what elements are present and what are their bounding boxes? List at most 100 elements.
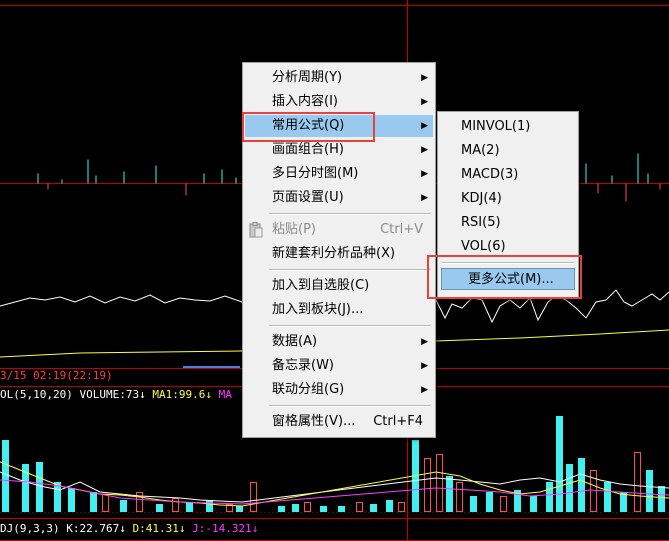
volume-bar: [604, 482, 611, 512]
volume-bar: [370, 504, 377, 512]
volume-indicator-name: OL(5,10,20): [0, 388, 73, 401]
menu-item-add-sector[interactable]: 加入到板块(J)...: [245, 299, 433, 321]
submenu-arrow-icon: ▶: [421, 385, 428, 395]
submenu-item-minvol[interactable]: MINVOL(1): [440, 116, 576, 138]
menu-item-page-settings[interactable]: 页面设置(U) ▶: [245, 187, 433, 209]
menu-item-new-arbitrage[interactable]: 新建套利分析品种(X): [245, 243, 433, 265]
volume-bar: [292, 504, 299, 512]
volume-indicator-line: OL(5,10,20) VOLUME:73↓ MA1:99.6↓ MA: [0, 388, 232, 402]
volume-bar: [424, 458, 431, 512]
volume-bar: [172, 498, 179, 512]
volume-bar: [304, 502, 311, 512]
menu-item-analysis-period[interactable]: 分析周期(Y) ▶: [245, 67, 433, 89]
submenu-item-kdj[interactable]: KDJ(4): [440, 188, 576, 210]
volume-bar: [236, 506, 243, 512]
submenu-item-rsi[interactable]: RSI(5): [440, 212, 576, 234]
menu-separator: [442, 262, 574, 264]
volume-bar: [658, 486, 665, 512]
volume-bar: [486, 492, 493, 512]
submenu-item-ma[interactable]: MA(2): [440, 140, 576, 162]
volume-bar: [278, 506, 285, 512]
menu-item-label: 画面组合(H): [272, 142, 344, 157]
d-value: D:41.31: [132, 522, 179, 535]
submenu-item-macd[interactable]: MACD(3): [440, 164, 576, 186]
ma-line-yellow-right: [435, 329, 669, 342]
volume-bar: [250, 482, 257, 512]
down-arrow-icon: ↓: [139, 388, 146, 401]
volume-bar: [634, 452, 641, 512]
menu-item-memo[interactable]: 备忘录(W) ▶: [245, 355, 433, 377]
menu-item-paste[interactable]: 粘贴(P) Ctrl+V: [245, 219, 433, 241]
volume-bar: [68, 488, 75, 512]
volume-bar: [566, 464, 573, 512]
submenu-arrow-icon: ▶: [421, 121, 428, 131]
menu-item-shortcut: Ctrl+V: [380, 222, 423, 237]
volume-bar: [120, 500, 127, 512]
volume-bar: [398, 502, 405, 512]
submenu-item-label: RSI(5): [461, 215, 501, 230]
menu-item-common-formulas[interactable]: 常用公式(Q) ▶: [245, 115, 433, 137]
ma-line-yellow: [0, 350, 243, 358]
menu-item-label: 粘贴(P): [272, 222, 316, 237]
menu-item-pane-properties[interactable]: 窗格属性(V)... Ctrl+F4: [245, 411, 433, 433]
submenu-arrow-icon: ▶: [421, 361, 428, 371]
down-arrow-icon: ↓: [251, 522, 259, 535]
menu-item-label: 多日分时图(M): [272, 166, 359, 181]
submenu-item-label: MINVOL(1): [461, 119, 531, 134]
menu-item-label: 加入到板块(J)...: [272, 302, 364, 317]
menu-item-label: 新建套利分析品种(X): [272, 246, 396, 261]
submenu-arrow-icon: ▶: [421, 73, 428, 83]
menu-separator: [269, 213, 431, 215]
menu-item-label: 联动分组(G): [272, 382, 345, 397]
menu-item-shortcut: Ctrl+F4: [373, 414, 423, 429]
submenu-arrow-icon: ▶: [421, 145, 428, 155]
volume-bar: [320, 506, 327, 512]
submenu-item-label: 更多公式(M)...: [468, 272, 554, 287]
volume-bar: [446, 476, 453, 512]
submenu-item-more-formulas[interactable]: 更多公式(M)...: [441, 268, 575, 290]
kdj-indicator-name: DJ(9,3,3): [0, 522, 60, 535]
submenu-arrow-icon: ▶: [421, 193, 428, 203]
down-arrow-icon: ↓: [178, 522, 186, 535]
volume-bar: [206, 500, 213, 512]
submenu-item-vol[interactable]: VOL(6): [440, 236, 576, 258]
j-value: J:-14.321: [192, 522, 252, 535]
volume-bar: [646, 470, 653, 512]
context-menu: 分析周期(Y) ▶ 插入内容(I) ▶ 常用公式(Q) ▶ 画面组合(H) ▶ …: [242, 62, 436, 438]
volume-bar: [338, 506, 345, 512]
volume-bar: [500, 496, 507, 512]
menu-item-label: 页面设置(U): [272, 190, 344, 205]
menu-item-insert-content[interactable]: 插入内容(I) ▶: [245, 91, 433, 113]
volume-bar: [54, 482, 61, 512]
menu-item-data[interactable]: 数据(A) ▶: [245, 331, 433, 353]
volume-bar: [90, 492, 97, 512]
menu-item-link-group[interactable]: 联动分组(G) ▶: [245, 379, 433, 401]
menu-separator: [269, 325, 431, 327]
volume-bar: [530, 496, 537, 512]
menu-item-label: 插入内容(I): [272, 94, 338, 109]
submenu-item-label: KDJ(4): [461, 191, 502, 206]
volume-bar: [456, 482, 463, 512]
menu-item-label: 分析周期(Y): [272, 70, 343, 85]
volume-bar: [578, 458, 585, 512]
menu-separator: [269, 269, 431, 271]
menu-separator: [269, 405, 431, 407]
volume-bar: [470, 496, 477, 512]
menu-item-add-watchlist[interactable]: 加入到自选股(C): [245, 275, 433, 297]
volume-value: VOLUME:73: [79, 388, 140, 401]
k-value: K:22.767: [66, 522, 120, 535]
volume-bar: [546, 482, 553, 512]
menu-item-screen-layout[interactable]: 画面组合(H) ▶: [245, 139, 433, 161]
down-arrow-icon: ↓: [205, 388, 212, 401]
menu-item-label: 备忘录(W): [272, 358, 334, 373]
menu-item-multiday-chart[interactable]: 多日分时图(M) ▶: [245, 163, 433, 185]
volume-bar: [186, 502, 193, 512]
submenu-arrow-icon: ▶: [421, 337, 428, 347]
time-readout: 3/15 02:19(22:19): [0, 369, 113, 382]
volume-bar: [356, 502, 363, 512]
clipboard-icon: [249, 222, 263, 238]
submenu-arrow-icon: ▶: [421, 97, 428, 107]
ma2-value: MA: [218, 388, 232, 401]
submenu-item-label: MACD(3): [461, 167, 519, 182]
menu-item-label: 常用公式(Q): [272, 118, 345, 133]
